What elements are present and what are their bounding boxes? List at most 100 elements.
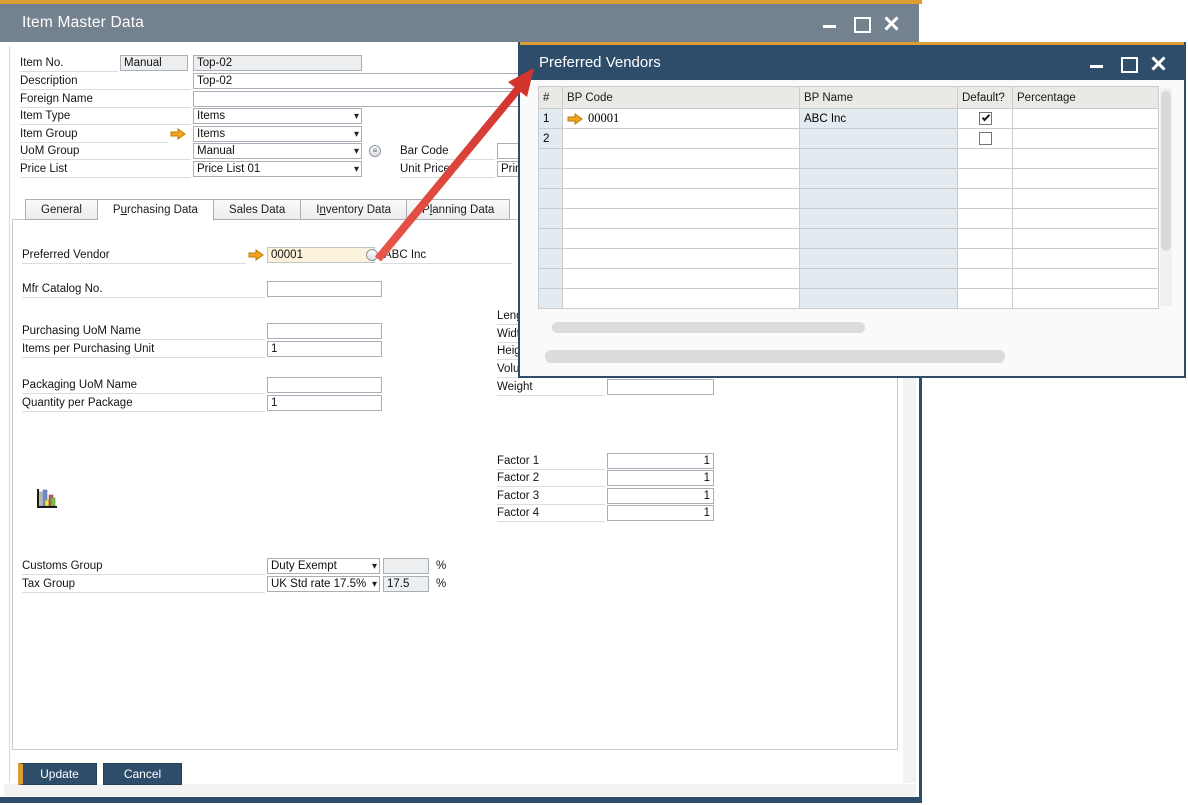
default-cell: [958, 189, 1013, 209]
item-group-dropdown[interactable]: Items: [193, 126, 362, 142]
column-header[interactable]: BP Code: [563, 87, 800, 109]
column-header[interactable]: BP Name: [800, 87, 958, 109]
link-arrow-icon[interactable]: [248, 249, 264, 261]
bp-code-cell[interactable]: [563, 289, 800, 309]
window-title: Item Master Data: [22, 4, 144, 42]
tab-general[interactable]: General: [25, 199, 98, 220]
customs-group-dropdown[interactable]: Duty Exempt: [267, 558, 380, 574]
bp-code-cell[interactable]: [563, 209, 800, 229]
horizontal-scrollbar-track[interactable]: [4, 784, 916, 796]
item-no-field[interactable]: Top-02: [193, 55, 362, 71]
customs-group-label: Customs Group: [22, 558, 265, 575]
tab-planning-data[interactable]: Planning Data: [407, 199, 510, 220]
maximize-icon[interactable]: [1120, 56, 1135, 70]
percentage-cell[interactable]: [1013, 169, 1159, 189]
bp-name-cell[interactable]: [800, 289, 958, 309]
bp-name-cell[interactable]: ABC Inc: [800, 109, 958, 129]
vendor-row: [539, 169, 1159, 189]
vendor-selector-icon[interactable]: [366, 249, 378, 261]
item-master-titlebar[interactable]: Item Master Data: [0, 4, 919, 42]
bp-name-cell[interactable]: [800, 129, 958, 149]
items-per-unit-field[interactable]: 1: [267, 341, 382, 357]
percentage-cell[interactable]: [1013, 289, 1159, 309]
uom-group-dropdown[interactable]: Manual: [193, 143, 362, 159]
link-arrow-icon[interactable]: [170, 128, 186, 140]
mfr-catalog-field[interactable]: [267, 281, 382, 297]
tab-sales-data[interactable]: Sales Data: [214, 199, 301, 220]
preferred-vendors-titlebar[interactable]: Preferred Vendors: [520, 45, 1184, 80]
column-header[interactable]: #: [539, 87, 563, 109]
tab-inventory-data[interactable]: Inventory Data: [301, 199, 407, 220]
minimize-icon[interactable]: [822, 16, 837, 30]
bp-code-cell[interactable]: [563, 149, 800, 169]
bp-name-cell[interactable]: [800, 229, 958, 249]
bp-code-cell[interactable]: [563, 269, 800, 289]
row-number-cell[interactable]: [539, 189, 563, 209]
bp-code-cell[interactable]: [563, 169, 800, 189]
row-number-cell[interactable]: [539, 249, 563, 269]
tax-group-dropdown[interactable]: UK Std rate 17.5%: [267, 576, 380, 592]
dialog-vertical-scrollbar[interactable]: [1160, 88, 1172, 306]
bp-name-cell[interactable]: [800, 209, 958, 229]
weight-field[interactable]: [607, 379, 714, 395]
uom-details-icon[interactable]: ≡: [369, 145, 381, 157]
update-button[interactable]: Update: [18, 763, 97, 785]
row-number-cell[interactable]: [539, 149, 563, 169]
minimize-icon[interactable]: [1089, 56, 1104, 70]
close-icon[interactable]: [884, 16, 899, 30]
qty-per-package-field[interactable]: 1: [267, 395, 382, 411]
row-number-cell[interactable]: [539, 229, 563, 249]
tax-group-label: Tax Group: [22, 576, 265, 593]
bp-code-cell[interactable]: [563, 229, 800, 249]
factor-4-field[interactable]: 1: [607, 505, 714, 521]
row-number-cell[interactable]: [539, 269, 563, 289]
percentage-cell[interactable]: [1013, 269, 1159, 289]
factor-3-field[interactable]: 1: [607, 488, 714, 504]
column-header[interactable]: Default?: [958, 87, 1013, 109]
dialog-horizontal-scrollbar-1[interactable]: [552, 322, 865, 333]
row-number-cell[interactable]: [539, 169, 563, 189]
percentage-cell[interactable]: [1013, 209, 1159, 229]
default-checkbox[interactable]: [979, 112, 992, 125]
item-type-dropdown[interactable]: Items: [193, 108, 362, 124]
bar-chart-icon[interactable]: [36, 488, 60, 510]
percentage-cell[interactable]: [1013, 109, 1159, 129]
bp-name-cell[interactable]: [800, 269, 958, 289]
purchasing-uom-field[interactable]: [267, 323, 382, 339]
preferred-vendor-field[interactable]: 00001: [267, 247, 375, 263]
percentage-cell[interactable]: [1013, 249, 1159, 269]
bp-code-cell[interactable]: [563, 249, 800, 269]
row-number-cell[interactable]: 1: [539, 109, 563, 129]
close-icon[interactable]: [1151, 56, 1166, 70]
percentage-cell[interactable]: [1013, 189, 1159, 209]
tab-purchasing-data[interactable]: Purchasing Data: [98, 199, 214, 221]
tax-pct-field[interactable]: 17.5: [383, 576, 429, 592]
packaging-uom-field[interactable]: [267, 377, 382, 393]
cancel-button[interactable]: Cancel: [103, 763, 182, 785]
maximize-icon[interactable]: [853, 16, 868, 30]
bp-name-cell[interactable]: [800, 249, 958, 269]
link-arrow-icon[interactable]: [567, 113, 583, 125]
item-group-label: Item Group: [20, 126, 168, 143]
factor-2-field[interactable]: 1: [607, 470, 714, 486]
default-checkbox[interactable]: [979, 132, 992, 145]
price-list-dropdown[interactable]: Price List 01: [193, 161, 362, 177]
percentage-cell[interactable]: [1013, 229, 1159, 249]
bp-code-cell[interactable]: [563, 189, 800, 209]
row-number-cell[interactable]: [539, 289, 563, 309]
factor-4-label: Factor 4: [497, 505, 605, 522]
row-number-cell[interactable]: 2: [539, 129, 563, 149]
percentage-cell[interactable]: [1013, 149, 1159, 169]
row-number-cell[interactable]: [539, 209, 563, 229]
bp-code-cell[interactable]: 00001: [563, 109, 800, 129]
dialog-horizontal-scrollbar-2[interactable]: [545, 350, 1005, 363]
bp-name-cell[interactable]: [800, 149, 958, 169]
bp-code-cell[interactable]: [563, 129, 800, 149]
scrollbar-thumb[interactable]: [1161, 91, 1171, 251]
bp-name-cell[interactable]: [800, 189, 958, 209]
bp-name-cell[interactable]: [800, 169, 958, 189]
column-header[interactable]: Percentage: [1013, 87, 1159, 109]
factor-1-field[interactable]: 1: [607, 453, 714, 469]
percentage-cell[interactable]: [1013, 129, 1159, 149]
item-no-series-field[interactable]: Manual: [120, 55, 188, 71]
